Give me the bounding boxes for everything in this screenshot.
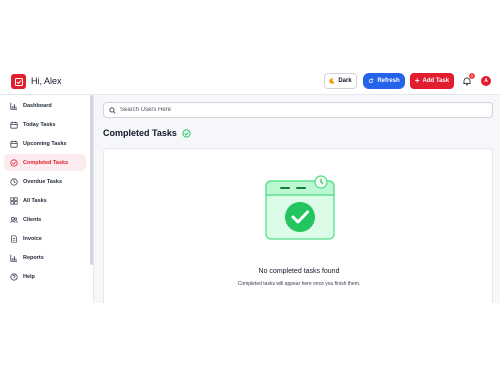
sidebar-item-dashboard[interactable]: Dashboard [4, 97, 86, 114]
greeting-text: Hi, Alex [31, 76, 62, 86]
users-icon [10, 216, 18, 223]
bar-chart-icon [10, 102, 18, 110]
moon-icon [329, 78, 335, 84]
notification-badge: 1 [469, 73, 475, 79]
empty-state-title: No completed tasks found [258, 268, 340, 275]
sidebar-item-label: Help [23, 273, 35, 280]
search-bar[interactable] [103, 102, 493, 118]
sidebar-scrollbar[interactable] [90, 95, 93, 265]
sidebar-item-label: All Tasks [23, 197, 47, 204]
sidebar-item-completed-tasks[interactable]: Completed Tasks [4, 154, 86, 171]
refresh-label: Refresh [377, 78, 400, 84]
calendar-icon [10, 140, 18, 148]
sidebar-item-invoice[interactable]: Invoice [4, 230, 86, 247]
sidebar-item-label: Upcoming Tasks [23, 140, 67, 147]
search-input[interactable] [120, 107, 480, 113]
sidebar-item-label: Invoice [23, 235, 42, 242]
sidebar-item-label: Dashboard [23, 102, 52, 109]
calendar-icon [10, 121, 18, 129]
refresh-icon [369, 78, 374, 84]
sidebar-item-label: Today Tasks [23, 121, 56, 128]
help-icon [10, 272, 18, 281]
sidebar-item-label: Clients [23, 216, 42, 223]
completed-calendar-illustration [265, 175, 335, 240]
empty-state-card: No completed tasks found Completed tasks… [103, 148, 493, 303]
app-logo[interactable] [11, 74, 26, 89]
grid-icon [10, 196, 18, 205]
check-circle-icon [10, 158, 18, 167]
sidebar-item-help[interactable]: Help [4, 268, 86, 285]
plus-icon: + [414, 76, 420, 85]
sidebar-item-today-tasks[interactable]: Today Tasks [4, 116, 86, 133]
theme-toggle-button[interactable]: Dark [324, 73, 357, 89]
theme-toggle-label: Dark [338, 78, 352, 84]
sidebar: Dashboard Today Tasks Upcoming Tasks Com… [0, 95, 94, 303]
bar-chart-icon [10, 254, 18, 262]
sidebar-item-label: Completed Tasks [23, 159, 69, 166]
avatar[interactable]: A [481, 76, 491, 86]
add-task-label: Add Task [422, 78, 450, 84]
sidebar-item-clients[interactable]: Clients [4, 211, 86, 228]
page-title: Completed Tasks [103, 128, 191, 138]
checklist-icon [14, 77, 23, 86]
app-window: Hi, Alex Dark Refresh + Add Task 1 A Das… [0, 66, 500, 303]
sidebar-item-label: Overdue Tasks [23, 178, 63, 185]
empty-state-subtitle: Completed tasks will appear here once yo… [237, 281, 361, 287]
page-title-text: Completed Tasks [103, 128, 177, 138]
check-circle-icon [182, 128, 191, 138]
top-header: Hi, Alex Dark Refresh + Add Task 1 A [0, 66, 500, 95]
add-task-button[interactable]: + Add Task [410, 73, 454, 89]
sidebar-item-label: Reports [23, 254, 44, 261]
search-icon [109, 106, 116, 114]
refresh-button[interactable]: Refresh [363, 73, 405, 89]
sidebar-item-upcoming-tasks[interactable]: Upcoming Tasks [4, 135, 86, 152]
clock-icon [10, 177, 18, 186]
sidebar-item-reports[interactable]: Reports [4, 249, 86, 266]
sidebar-item-all-tasks[interactable]: All Tasks [4, 192, 86, 209]
main-content: Completed Tasks No completed tasks found… [94, 95, 500, 303]
document-icon [11, 234, 17, 243]
sidebar-item-overdue-tasks[interactable]: Overdue Tasks [4, 173, 86, 190]
